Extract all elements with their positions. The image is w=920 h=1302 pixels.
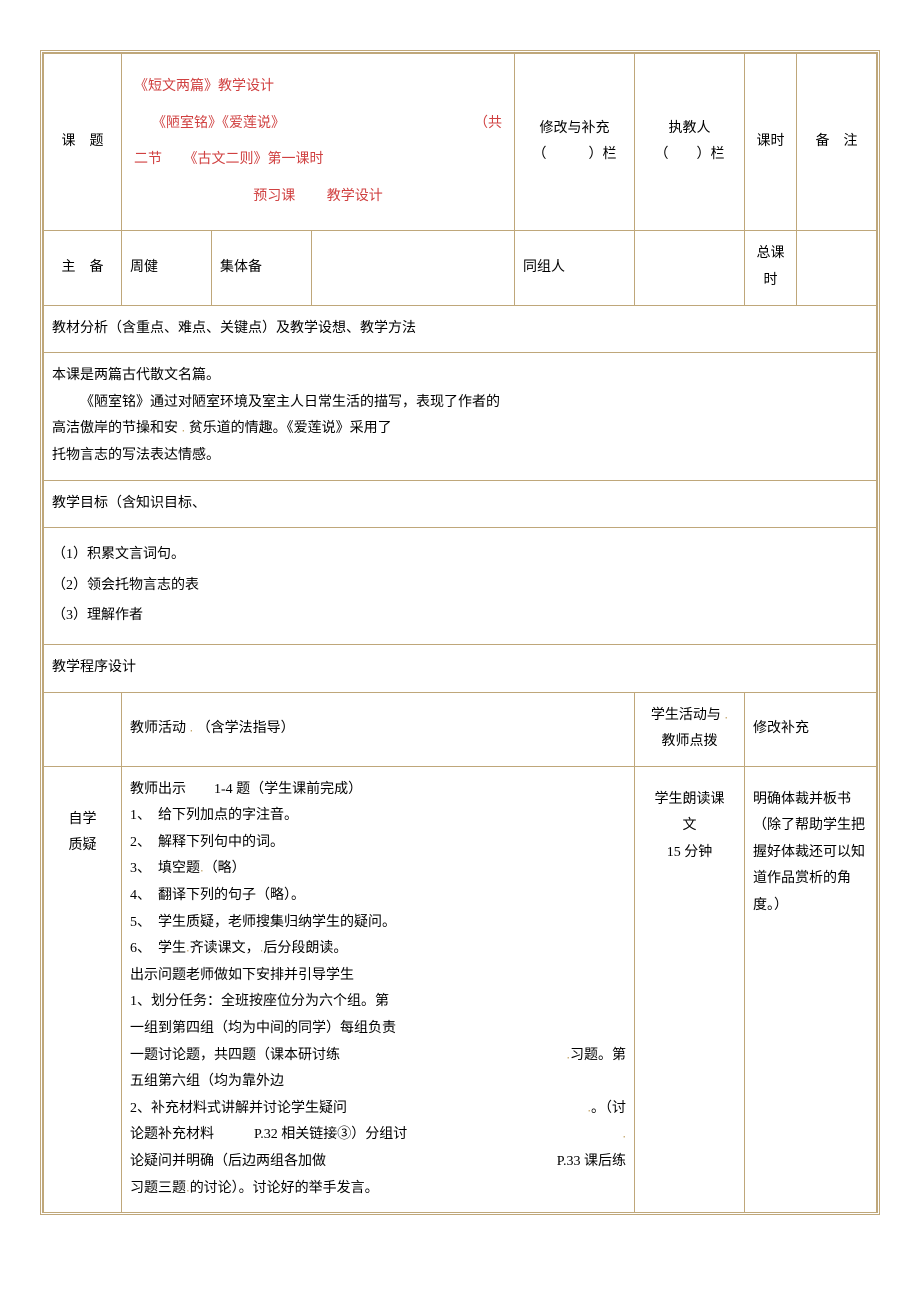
objectives-title: 教学目标（含知识目标、 <box>44 480 877 528</box>
process-hdr-c2: 教师活动 ․ （含学法指导） <box>122 692 635 766</box>
row2-c5: 总课时 <box>745 231 797 305</box>
col-teacher: 执教人 （ ）栏 <box>635 54 745 231</box>
label-topic: 课 题 <box>44 54 122 231</box>
title-line1: 《短文两篇》教学设计 <box>134 79 274 94</box>
dot-icon: ․ <box>190 722 194 734</box>
process-hdr-c3: 学生活动与 ․ 教师点拨 <box>635 692 745 766</box>
process-title: 教学程序设计 <box>44 644 877 692</box>
process-c3: 学生朗读课 文 15 分钟 <box>635 766 745 1212</box>
title-line2-right: （共 <box>474 111 502 138</box>
row2-empty1 <box>312 231 515 305</box>
process-hdr-c4: 修改补充 <box>745 692 877 766</box>
row2-c2: 周健 <box>122 231 212 305</box>
col-modify: 修改与补充 （ ）栏 <box>515 54 635 231</box>
objectives-content: （1）积累文言词句。 （2）领会托物言志的表 （3）理解作者 <box>44 528 877 645</box>
col-period: 课时 <box>745 54 797 231</box>
process-c4: 明确体裁并板书 （除了帮助学生把 握好体裁还可以知 道作品赏析的角 度。） <box>745 766 877 1212</box>
row2-c1: 主 备 <box>44 231 122 305</box>
process-c2: 教师出示 1-4 题（学生课前完成） 1、 给下列加点的字注音。 2、 解释下列… <box>122 766 635 1212</box>
title-line4-right: 教学设计 <box>327 189 383 204</box>
process-hdr-empty <box>44 692 122 766</box>
row2-c3: 集体备 <box>212 231 312 305</box>
process-rowlabel: 自学 质疑 <box>44 766 122 1212</box>
row2-empty3 <box>797 231 877 305</box>
col-remark: 备 注 <box>797 54 877 231</box>
analysis-content: 本课是两篇古代散文名篇。 《陋室铭》通过对陋室环境及室主人日常生活的描写，表现了… <box>44 353 877 480</box>
title-line2-left: 《陋室铭》《爱莲说》 <box>152 116 285 131</box>
row2-empty2 <box>635 231 745 305</box>
title-line4-left: 预习课 <box>253 189 295 204</box>
title-line3-left: 二节 <box>134 152 162 167</box>
title-line3-right: 《古文二则》第一课时 <box>184 152 324 167</box>
row2-c4: 同组人 <box>515 231 635 305</box>
title-cell: 《短文两篇》教学设计 《陋室铭》《爱莲说》 （共 二节 《古文二则》第一课时 预… <box>122 54 515 231</box>
dot-icon: ․ <box>182 423 186 435</box>
analysis-title: 教材分析（含重点、难点、关键点）及教学设想、教学方法 <box>44 305 877 353</box>
dot-icon: ․ <box>724 709 728 721</box>
dot-icon: ․ <box>622 1129 626 1141</box>
